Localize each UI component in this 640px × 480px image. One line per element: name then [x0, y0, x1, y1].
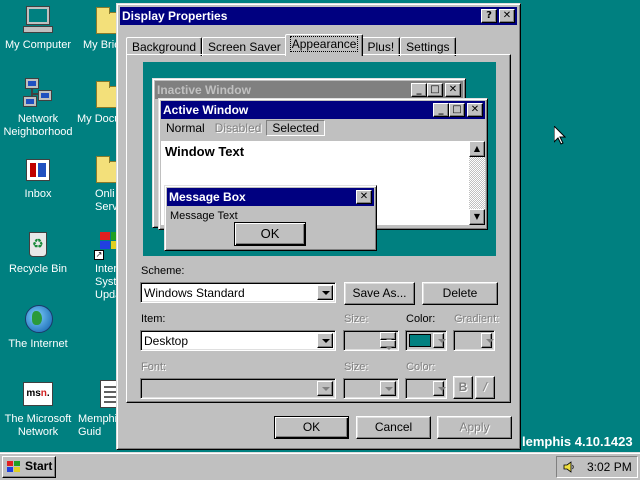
msgbox-titlebar[interactable]: Message Box ✕ [167, 188, 374, 206]
active-window-title: Active Window [163, 103, 249, 117]
maximize-icon: □ [427, 83, 443, 97]
save-as-button[interactable]: Save As... [344, 282, 415, 305]
display-properties-dialog: Display Properties ? ✕ Background Screen… [116, 3, 521, 450]
msgbox-text: Message Text [170, 210, 238, 222]
spin-down-icon[interactable] [380, 340, 396, 350]
chevron-down-icon[interactable] [380, 381, 396, 396]
desktop-icon-label: My Computer [4, 39, 72, 51]
desktop-icon-label: Memphi Guid [78, 413, 118, 438]
cancel-button[interactable]: Cancel [356, 416, 431, 439]
desktop-icon-label: The Microsoft Network [4, 413, 72, 438]
version-watermark: lemphis 4.10.1423 [522, 434, 633, 449]
ok-button[interactable]: OK [274, 416, 349, 439]
close-icon: ✕ [467, 103, 483, 117]
desktop-icon-label: Network Neighborhood [3, 113, 73, 138]
msn-icon: msn. [21, 378, 55, 410]
desktop-icon-inbox[interactable]: Inbox [0, 153, 76, 201]
minimize-icon: _ [433, 103, 449, 117]
color-swatch [409, 334, 431, 347]
chevron-down-icon[interactable] [317, 285, 333, 300]
inactive-window-title: Inactive Window [157, 83, 251, 97]
desktop-icon-recycle-bin[interactable]: Recycle Bin [0, 228, 76, 276]
start-label: Start [25, 459, 53, 473]
preview-scrollbar[interactable]: ▲ ▼ [469, 141, 485, 225]
spin-up-icon[interactable] [380, 332, 396, 342]
scheme-preview[interactable]: Inactive Window _ □ ✕ Active Window _ □ … [143, 62, 496, 256]
menu-selected[interactable]: Selected [266, 120, 326, 136]
msgbox-title: Message Box [169, 190, 246, 204]
desktop-icon-my-computer[interactable]: My Computer [0, 4, 76, 52]
font-label: Font: [141, 361, 167, 373]
close-icon: ✕ [445, 83, 461, 97]
chevron-down-icon[interactable] [433, 333, 446, 348]
minimize-icon: _ [411, 83, 427, 97]
internet-globe-icon [21, 303, 55, 335]
window-text: Window Text [165, 144, 245, 159]
shortcut-arrow-icon: ↗ [94, 250, 104, 260]
desktop-icon-the-internet[interactable]: The Internet [0, 303, 76, 351]
active-titlebar[interactable]: Active Window _ □ ✕ [161, 101, 485, 119]
font-size-select[interactable] [343, 378, 399, 399]
help-button[interactable]: ? [481, 9, 497, 23]
font-size-label: Size: [344, 361, 369, 373]
chevron-down-icon[interactable] [317, 381, 333, 396]
recycle-bin-icon [21, 228, 55, 260]
apply-button[interactable]: Apply [437, 416, 512, 439]
desktop-icon-label: Onli Servi [95, 188, 121, 213]
scroll-down-icon[interactable]: ▼ [469, 209, 485, 225]
inactive-titlebar[interactable]: Inactive Window _ □ ✕ [155, 81, 463, 99]
gradient-label: Gradient: [454, 313, 500, 325]
chevron-down-icon[interactable] [317, 333, 333, 348]
scheme-select[interactable]: Windows Standard [140, 282, 336, 303]
italic-button[interactable]: / [475, 376, 495, 399]
desktop-icon-label: Inter Syst Upda [95, 263, 122, 301]
gradient-color-picker[interactable] [453, 330, 495, 351]
item-label: Item: [141, 313, 166, 325]
system-tray: 3:02 PM [556, 456, 638, 478]
item-color-label: Color: [406, 313, 436, 325]
preview-menu-bar: Normal Disabled Selected [161, 119, 485, 137]
scroll-up-icon[interactable]: ▲ [469, 141, 485, 157]
chevron-down-icon[interactable] [481, 333, 494, 348]
msgbox-ok-button[interactable]: OK [234, 222, 306, 246]
inbox-icon [21, 153, 55, 185]
close-button[interactable]: ✕ [499, 9, 515, 23]
tab-appearance[interactable]: Appearance [284, 34, 364, 56]
item-value: Desktop [144, 334, 189, 348]
item-select[interactable]: Desktop [140, 330, 336, 351]
dialog-titlebar[interactable]: Display Properties ? ✕ [120, 7, 517, 25]
menu-disabled[interactable]: Disabled [210, 121, 267, 135]
desktop-icon-label: Inbox [24, 188, 52, 200]
font-color-label: Color: [406, 361, 436, 373]
item-color-picker[interactable] [405, 330, 447, 351]
font-color-picker[interactable] [405, 378, 447, 399]
start-button[interactable]: Start [2, 456, 56, 478]
preview-message-box[interactable]: Message Box ✕ Message Text OK [164, 185, 377, 251]
scheme-label: Scheme: [141, 265, 185, 277]
network-icon [21, 78, 55, 110]
bold-button[interactable]: B [453, 376, 473, 399]
desktop-icon-microsoft-network[interactable]: msn. The Microsoft Network [0, 378, 76, 439]
desktop-icon-network-neighborhood[interactable]: Network Neighborhood [0, 78, 76, 139]
close-icon: ✕ [356, 190, 372, 204]
volume-icon[interactable] [563, 461, 575, 473]
my-computer-icon [21, 4, 55, 36]
chevron-down-icon[interactable] [433, 381, 446, 396]
desktop-icon-label: The Internet [8, 338, 68, 350]
scheme-value: Windows Standard [144, 286, 245, 300]
item-size-spinner[interactable] [343, 330, 399, 351]
item-size-label: Size: [344, 313, 369, 325]
delete-button[interactable]: Delete [422, 282, 498, 305]
font-select[interactable] [140, 378, 336, 399]
taskbar: Start 3:02 PM [0, 452, 640, 480]
desktop-icon-label: Recycle Bin [8, 263, 68, 275]
clock[interactable]: 3:02 PM [587, 457, 632, 477]
maximize-icon: □ [449, 103, 465, 117]
windows-logo-icon [7, 461, 22, 473]
tab-strip: Background Screen Saver Appearance Plus!… [126, 34, 517, 56]
menu-normal[interactable]: Normal [161, 121, 210, 135]
dialog-title: Display Properties [122, 9, 228, 23]
